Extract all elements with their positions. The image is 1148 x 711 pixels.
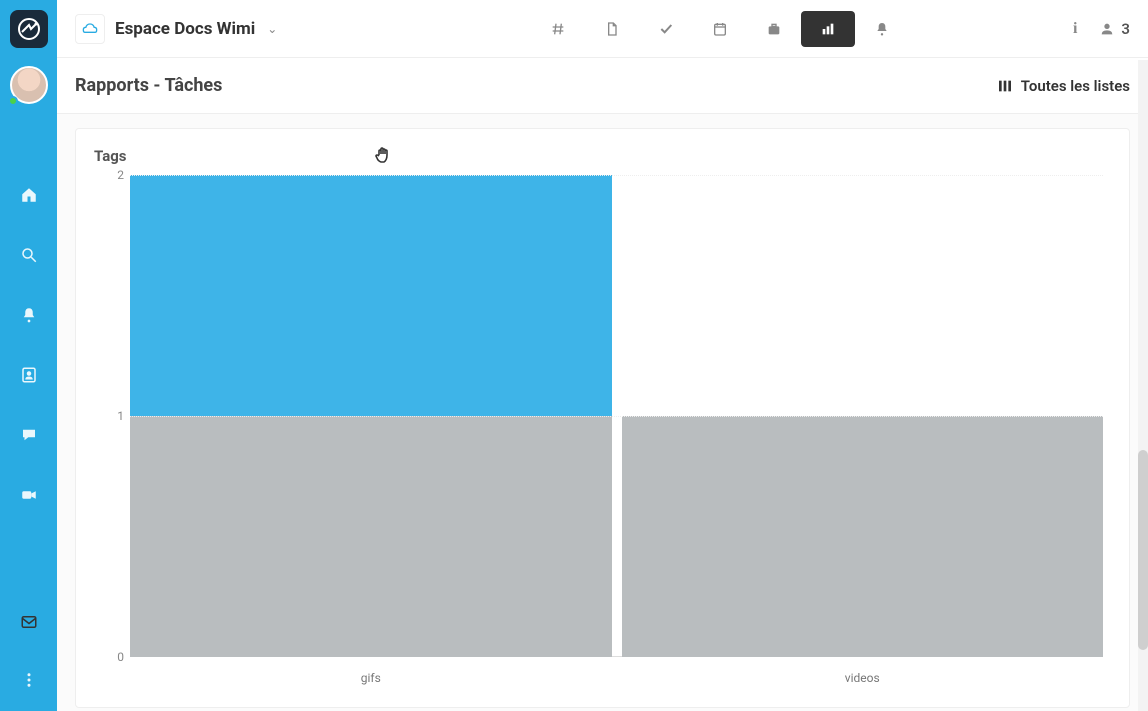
- calendar-icon: [712, 21, 728, 37]
- sidebar-home[interactable]: [18, 184, 40, 206]
- y-tick: 1: [94, 409, 124, 423]
- list-filter-label: Toutes les listes: [1021, 77, 1130, 95]
- bar-segment: [622, 416, 1104, 657]
- sidebar-contacts[interactable]: [18, 364, 40, 386]
- bell-icon: [874, 21, 890, 37]
- sidebar-chat[interactable]: [18, 424, 40, 446]
- app-logo[interactable]: [10, 10, 48, 48]
- x-label: gifs: [130, 667, 612, 685]
- members-count-value: 3: [1121, 20, 1130, 38]
- check-icon: [658, 21, 674, 37]
- bar-segment: [130, 175, 612, 416]
- sidebar-video[interactable]: [18, 484, 40, 506]
- more-icon: [20, 671, 38, 689]
- card-title: Tags: [94, 147, 1111, 165]
- tab-briefcase[interactable]: [747, 11, 801, 47]
- page-title: Rapports - Tâches: [75, 75, 222, 96]
- document-icon: [604, 21, 620, 37]
- x-label: videos: [622, 667, 1104, 685]
- workspace-switcher[interactable]: Espace Docs Wimi ⌄: [75, 14, 277, 44]
- module-tabs: [531, 11, 1049, 47]
- members-count[interactable]: 3: [1099, 20, 1130, 38]
- gridline: [130, 175, 1103, 176]
- tab-notifications[interactable]: [855, 11, 909, 47]
- y-tick: 2: [94, 168, 124, 182]
- tab-tasks[interactable]: [639, 11, 693, 47]
- hash-icon: [550, 21, 566, 37]
- bell-icon: [20, 306, 38, 324]
- sidebar-mail[interactable]: [20, 613, 38, 635]
- tags-bar-chart[interactable]: gifsvideos 012: [94, 175, 1111, 685]
- y-tick: 0: [94, 650, 124, 664]
- gridline: [130, 416, 1103, 417]
- topbar: Espace Docs Wimi ⌄ i 3: [57, 0, 1148, 58]
- user-avatar[interactable]: [10, 66, 48, 104]
- info-icon[interactable]: i: [1073, 20, 1077, 38]
- contact-icon: [20, 366, 38, 384]
- grab-cursor-icon: [372, 143, 396, 171]
- video-icon: [20, 486, 38, 504]
- sidebar-alerts[interactable]: [18, 304, 40, 326]
- columns-icon: [997, 78, 1013, 94]
- presence-dot: [8, 96, 18, 106]
- list-filter[interactable]: Toutes les listes: [997, 77, 1130, 95]
- app-sidebar: [0, 0, 57, 711]
- briefcase-icon: [766, 21, 782, 37]
- mail-icon: [20, 613, 38, 631]
- bar-segment: [130, 416, 612, 657]
- workspace-name: Espace Docs Wimi: [115, 19, 255, 39]
- home-icon: [20, 186, 38, 204]
- content-area: Tags gifs videos 0 1 2: [57, 114, 1148, 711]
- tags-chart-card: Tags gifs videos 0 1 2: [75, 128, 1130, 708]
- tab-calendar[interactable]: [693, 11, 747, 47]
- chart-icon: [820, 21, 836, 37]
- subheader: Rapports - Tâches Toutes les listes: [57, 58, 1148, 114]
- chat-icon: [20, 426, 38, 444]
- sidebar-more[interactable]: [20, 671, 38, 693]
- scrollbar-thumb[interactable]: [1138, 450, 1148, 650]
- tab-channels[interactable]: [531, 11, 585, 47]
- tab-reports[interactable]: [801, 11, 855, 47]
- workspace-logo: [75, 14, 105, 44]
- search-icon: [20, 246, 38, 264]
- tab-docs[interactable]: [585, 11, 639, 47]
- chevron-down-icon: ⌄: [267, 22, 277, 36]
- sidebar-search[interactable]: [18, 244, 40, 266]
